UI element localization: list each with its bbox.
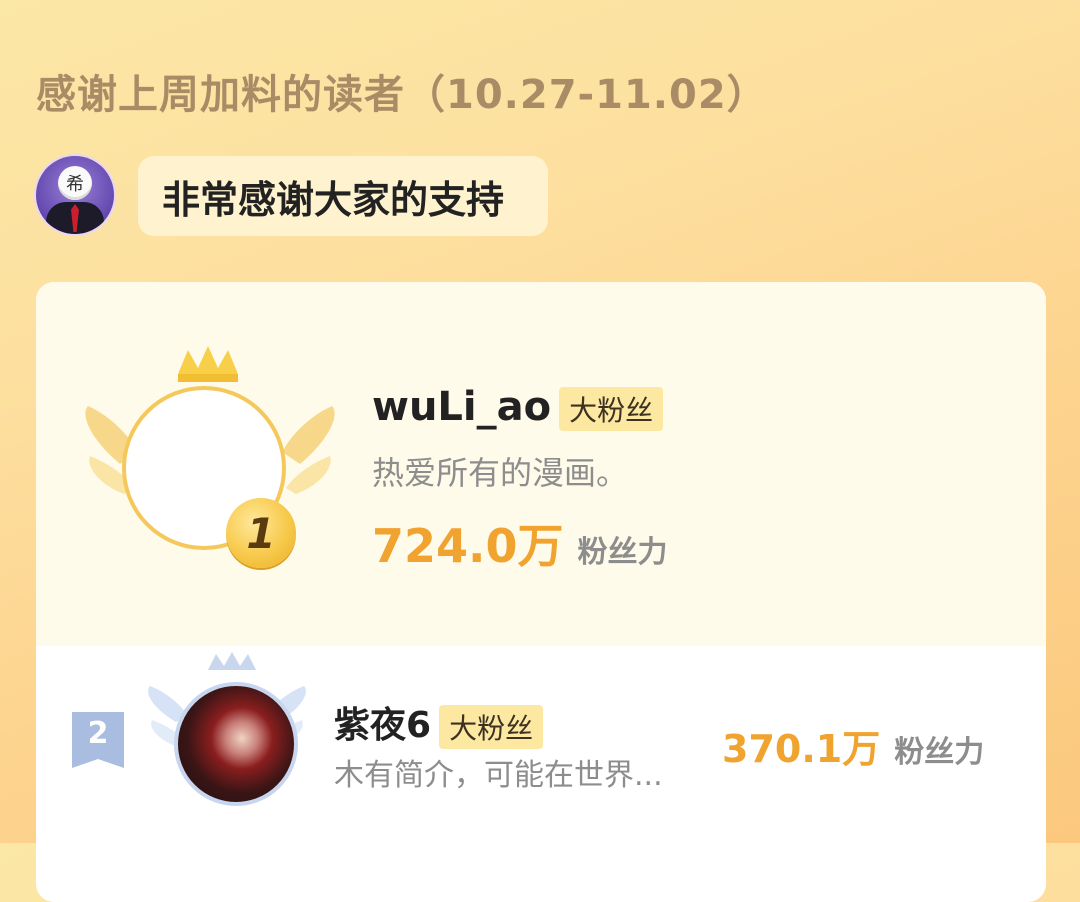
message-text: 非常感谢大家的支持: [162, 177, 505, 222]
rank-1-medal-icon: 1: [226, 498, 296, 568]
rank-2-username[interactable]: 紫夜6 大粉丝: [334, 696, 544, 749]
rank-2-fan-power: 370.1万 粉丝力: [722, 718, 984, 773]
rank-2-power-label: 粉丝力: [894, 735, 985, 770]
editor-avatar[interactable]: 希: [36, 156, 114, 234]
rank-2-power-value: 370.1万: [722, 727, 881, 771]
rank-2-name-text: 紫夜6: [334, 705, 432, 746]
rank-1-fan-badge: 大粉丝: [559, 387, 664, 431]
page-title: 感谢上周加料的读者（10.27-11.02）: [36, 72, 768, 118]
rank-1-username[interactable]: wuLi_ao 大粉丝: [372, 384, 664, 431]
rank-1-power-label: 粉丝力: [577, 535, 668, 570]
rank-2-ribbon-icon: 2: [72, 712, 124, 768]
avatar-mask-icon: 希: [58, 166, 92, 200]
ranking-card: 1 wuLi_ao 大粉丝 热爱所有的漫画。 724.0万 粉丝力 2 紫夜6 大粉丝…: [36, 282, 1046, 902]
message-bubble: 非常感谢大家的支持: [138, 156, 548, 236]
rank-1-bio: 热爱所有的漫画。: [372, 454, 629, 492]
rank-1-section[interactable]: 1 wuLi_ao 大粉丝 热爱所有的漫画。 724.0万 粉丝力: [36, 282, 1046, 646]
rank-1-fan-power: 724.0万 粉丝力: [372, 510, 668, 576]
rank-2-row[interactable]: 2 紫夜6 大粉丝 木有简介，可能在世界... 370.1万 粉丝力: [36, 646, 1046, 806]
rank-2-avatar[interactable]: [174, 682, 298, 806]
rank-1-power-value: 724.0万: [372, 519, 564, 573]
rank-2-bio: 木有简介，可能在世界...: [334, 758, 663, 793]
rank-1-name-text: wuLi_ao: [372, 384, 552, 430]
rank-2-fan-badge: 大粉丝: [439, 705, 544, 749]
